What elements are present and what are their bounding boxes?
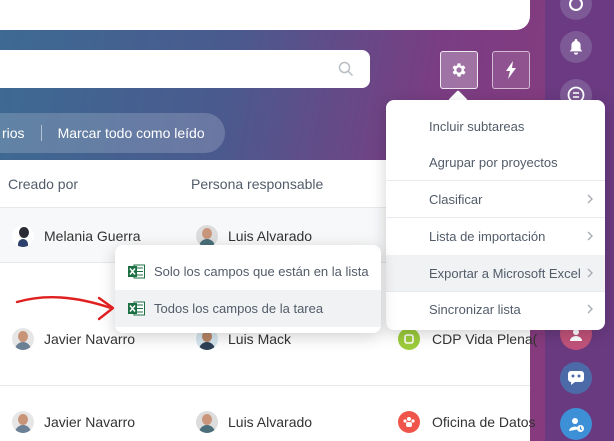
filter-bar: rios Marcar todo como leído: [0, 113, 225, 153]
menu-item-label: Agrupar por proyectos: [429, 155, 558, 170]
menu-item-sort[interactable]: Clasificar: [386, 181, 605, 218]
red-arrow-annotation: [15, 296, 115, 321]
app-icon: [569, 0, 583, 11]
mark-all-read-button[interactable]: Marcar todo como leído: [58, 125, 205, 141]
search-input[interactable]: [0, 50, 370, 88]
gear-icon: [452, 63, 466, 77]
user-clock-icon: [569, 418, 584, 432]
menu-item-include-subtasks[interactable]: Incluir subtareas: [386, 108, 605, 145]
export-option-label: Todos los campos de la tarea: [154, 301, 324, 316]
user-name: Luis Mack: [228, 331, 292, 347]
notifications-button[interactable]: [560, 31, 592, 63]
divider: [0, 385, 530, 386]
chevron-right-icon: [587, 268, 593, 278]
avatar: [12, 328, 34, 350]
avatar: [12, 225, 34, 247]
automation-button[interactable]: [492, 51, 530, 89]
avatar: [196, 411, 218, 433]
menu-item-import-list[interactable]: Lista de importación: [386, 218, 605, 255]
group-cell[interactable]: CDP Vida Plena(: [398, 328, 537, 350]
created-by-cell[interactable]: Javier Navarro: [12, 411, 135, 433]
chevron-right-icon: [587, 231, 593, 241]
group-name: Oficina de Datos: [432, 414, 536, 430]
menu-item-label: Exportar a Microsoft Excel: [429, 266, 581, 281]
group-name: CDP Vida Plena(: [432, 331, 538, 347]
settings-menu: Incluir subtareas Agrupar por proyectos …: [386, 100, 605, 330]
menu-item-label: Clasificar: [429, 192, 483, 207]
user-name: Javier Navarro: [44, 331, 136, 347]
chevron-right-icon: [587, 194, 593, 204]
responsible-cell[interactable]: Luis Alvarado: [196, 225, 312, 247]
user-name: Luis Alvarado: [228, 414, 313, 430]
chevron-right-icon: [587, 304, 593, 314]
top-panel: [0, 0, 530, 30]
lightning-icon: [506, 61, 516, 79]
created-by-cell[interactable]: Melania Guerra: [12, 225, 141, 247]
filter-divider: [40, 125, 42, 141]
avatar: [196, 225, 218, 247]
column-created-by[interactable]: Creado por: [8, 176, 78, 192]
group-chat-icon: [568, 371, 584, 385]
menu-item-export-excel[interactable]: Exportar a Microsoft Excel: [386, 255, 605, 292]
group-cell[interactable]: Oficina de Datos: [398, 411, 536, 433]
export-list-fields-option[interactable]: Solo los campos que están en la lista: [115, 253, 381, 290]
menu-item-sync-list[interactable]: Sincronizar lista: [386, 291, 605, 328]
responsible-cell[interactable]: Luis Alvarado: [196, 411, 312, 433]
bell-icon: [569, 39, 583, 55]
user-name: Melania Guerra: [44, 228, 141, 244]
rail-group-chat-button[interactable]: [560, 362, 592, 394]
export-option-label: Solo los campos que están en la lista: [154, 264, 369, 279]
created-by-cell[interactable]: Javier Navarro: [12, 328, 135, 350]
settings-button[interactable]: [440, 51, 478, 89]
avatar: [12, 411, 34, 433]
excel-icon: [128, 301, 145, 316]
column-responsible[interactable]: Persona responsable: [191, 176, 323, 192]
filter-fragment[interactable]: rios: [0, 125, 25, 141]
export-all-fields-option[interactable]: Todos los campos de la tarea: [115, 290, 381, 327]
menu-item-label: Lista de importación: [429, 229, 546, 244]
menu-item-label: Incluir subtareas: [429, 119, 525, 134]
search-icon: [338, 61, 354, 77]
group-icon: [398, 411, 420, 433]
excel-icon: [128, 264, 145, 279]
user-name: Luis Alvarado: [228, 228, 313, 244]
export-submenu: Solo los campos que están en la lista To…: [115, 245, 381, 333]
rail-history-button[interactable]: [560, 408, 592, 440]
group-icon: [398, 328, 420, 350]
menu-item-group-by-projects[interactable]: Agrupar por proyectos: [386, 144, 605, 181]
user-name: Javier Navarro: [44, 414, 136, 430]
menu-item-label: Sincronizar lista: [429, 302, 521, 317]
